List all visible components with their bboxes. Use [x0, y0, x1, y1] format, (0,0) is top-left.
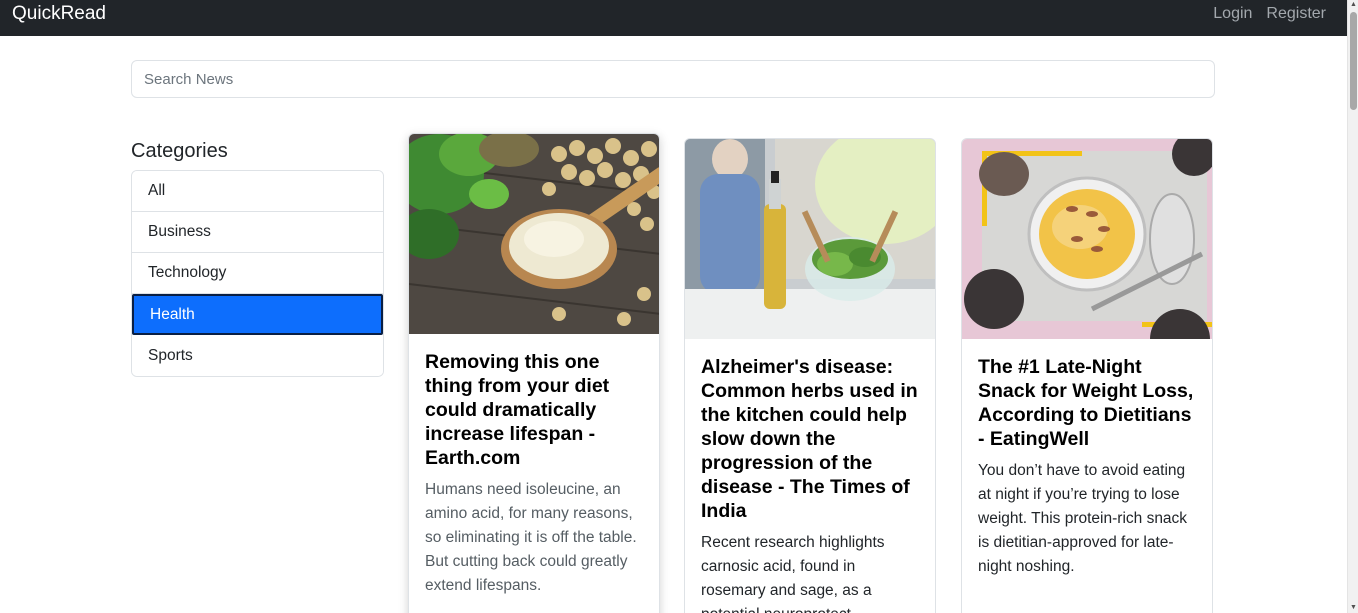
brand-logo[interactable]: QuickRead — [0, 4, 106, 24]
category-item-health[interactable]: Health — [132, 294, 383, 335]
article-description: Humans need isoleucine, an amino acid, f… — [425, 481, 637, 594]
card-body: Removing this one thing from your diet c… — [409, 334, 659, 598]
categories-heading: Categories — [131, 140, 228, 162]
register-link[interactable]: Register — [1266, 5, 1326, 23]
scroll-thumb[interactable] — [1350, 12, 1357, 110]
category-item-technology[interactable]: Technology — [132, 253, 383, 294]
nav-links: Login Register — [1213, 5, 1347, 23]
navbar: QuickRead Login Register — [0, 0, 1347, 36]
scroll-up-arrow-icon[interactable]: ▲ — [1349, 0, 1358, 10]
scroll-down-arrow-icon[interactable]: ▼ — [1349, 603, 1358, 613]
article-title[interactable]: The #1 Late-Night Snack for Weight Loss,… — [978, 355, 1196, 451]
category-item-sports[interactable]: Sports — [132, 335, 383, 376]
card-body: The #1 Late-Night Snack for Weight Loss,… — [962, 339, 1212, 579]
article-description: You don’t have to avoid eating at night … — [978, 462, 1188, 575]
article-title[interactable]: Alzheimer's disease: Common herbs used i… — [701, 355, 919, 523]
article-title[interactable]: Removing this one thing from your diet c… — [425, 350, 643, 470]
article-description: Recent research highlights carnosic acid… — [701, 534, 885, 613]
news-card[interactable]: Removing this one thing from your diet c… — [408, 133, 660, 613]
category-item-business[interactable]: Business — [132, 212, 383, 253]
news-card[interactable]: The #1 Late-Night Snack for Weight Loss,… — [961, 138, 1213, 613]
article-image[interactable] — [962, 139, 1212, 339]
article-image[interactable] — [685, 139, 935, 339]
category-list: All Business Technology Health Sports — [131, 170, 384, 377]
article-image[interactable] — [409, 134, 659, 334]
login-link[interactable]: Login — [1213, 5, 1252, 23]
page-scrollbar[interactable]: ▲ ▼ — [1347, 0, 1358, 613]
search-input[interactable] — [131, 60, 1215, 98]
news-card[interactable]: Alzheimer's disease: Common herbs used i… — [684, 138, 936, 613]
card-body: Alzheimer's disease: Common herbs used i… — [685, 339, 935, 613]
category-item-all[interactable]: All — [132, 171, 383, 212]
